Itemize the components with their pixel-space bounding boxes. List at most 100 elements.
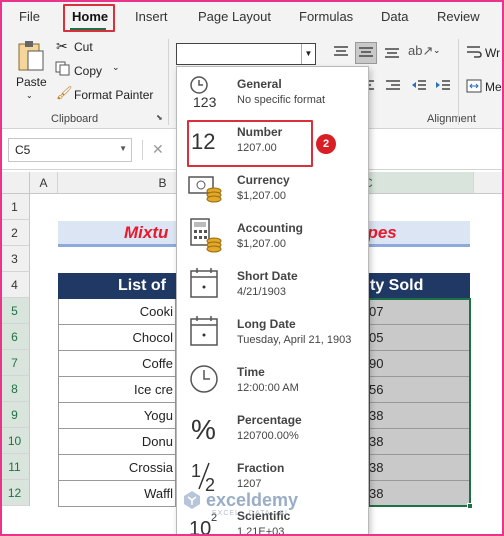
format-sample: 12:00:00 AM	[237, 382, 299, 394]
copy-label[interactable]: Copy	[74, 64, 102, 78]
chevron-down-icon[interactable]: ⌄	[112, 62, 120, 73]
quantity-cell[interactable]: 90	[368, 351, 470, 377]
accounting-icon	[190, 218, 222, 253]
format-option-short-date[interactable]: Short Date 4/21/1903	[177, 259, 368, 307]
item-cell[interactable]: Ice cre	[58, 377, 176, 403]
svg-text:%: %	[191, 414, 216, 445]
tab-data[interactable]: Data	[381, 9, 408, 24]
format-sample: $1,207.00	[237, 238, 286, 250]
item-cell[interactable]: Cooki	[58, 299, 176, 325]
row-header[interactable]: 9	[0, 402, 30, 428]
increase-indent-icon[interactable]	[434, 79, 452, 93]
format-name: General	[237, 77, 282, 91]
chevron-down-icon[interactable]: ▼	[301, 44, 315, 64]
cancel-entry-icon[interactable]: ✕	[152, 141, 164, 158]
format-option-currency[interactable]: Currency $1,207.00	[177, 163, 368, 211]
format-option-time[interactable]: Time 12:00:00 AM	[177, 355, 368, 403]
tab-page-layout[interactable]: Page Layout	[198, 9, 271, 24]
format-name: Long Date	[237, 317, 296, 331]
align-top-icon[interactable]	[332, 45, 350, 59]
quantity-cell[interactable]: 38	[368, 455, 470, 481]
format-option-accounting[interactable]: Accounting $1,207.00	[177, 211, 368, 259]
format-painter-label[interactable]: Format Painter	[74, 88, 153, 102]
row-header[interactable]: 10	[0, 428, 30, 454]
quantity-cell[interactable]: 56	[368, 377, 470, 403]
watermark: exceldemy EXCEL · DATA · BI	[182, 490, 298, 517]
ribbon-separator	[458, 39, 459, 125]
item-cell[interactable]: Crossia	[58, 455, 176, 481]
clipboard-icon	[18, 41, 44, 71]
tab-formulas[interactable]: Formulas	[299, 9, 353, 24]
tab-review[interactable]: Review	[437, 9, 480, 24]
watermark-tagline: EXCEL · DATA · BI	[212, 510, 288, 517]
item-cell[interactable]: Yogu	[58, 403, 176, 429]
chevron-down-icon[interactable]: ⌄	[433, 45, 441, 56]
format-name: Fraction	[237, 461, 285, 475]
format-name: Short Date	[237, 269, 298, 283]
format-option-percentage[interactable]: % Percentage 120700.00%	[177, 403, 368, 451]
wrap-text-icon[interactable]	[466, 45, 482, 59]
row-header[interactable]: 5	[0, 298, 30, 324]
align-bottom-icon[interactable]	[383, 45, 401, 61]
paste-label: Paste	[16, 75, 47, 89]
row-header[interactable]: 4	[0, 272, 30, 298]
tab-file[interactable]: File	[19, 9, 40, 24]
merge-center-label[interactable]: Me	[485, 80, 502, 94]
item-cell[interactable]: Coffe	[58, 351, 176, 377]
wrap-text-label[interactable]: Wr	[485, 46, 500, 60]
name-box[interactable]: C5 ▼	[8, 138, 132, 162]
row-header[interactable]: 2	[0, 220, 30, 246]
cut-label[interactable]: Cut	[74, 40, 93, 54]
currency-icon	[188, 176, 222, 203]
column-header-a[interactable]: A	[30, 172, 58, 194]
item-cell[interactable]: Donu	[58, 429, 176, 455]
scissors-icon: ✂	[56, 38, 68, 54]
item-cell[interactable]: Waffl	[58, 481, 176, 507]
row-header[interactable]: 7	[0, 350, 30, 376]
table-header-right[interactable]: ty Sold	[368, 273, 470, 299]
percent-icon: %	[191, 414, 216, 445]
row-header[interactable]: 11	[0, 454, 30, 480]
tab-insert[interactable]: Insert	[135, 9, 168, 24]
quantity-cell[interactable]: 07	[368, 299, 470, 325]
chevron-down-icon[interactable]: ⌄	[26, 91, 33, 100]
name-box-value: C5	[15, 143, 31, 157]
paste-button[interactable]: Paste ⌄	[10, 37, 52, 101]
row-header[interactable]: 1	[0, 194, 30, 220]
chevron-down-icon[interactable]: ▼	[119, 144, 127, 153]
align-right-icon[interactable]	[384, 79, 402, 93]
decrease-indent-icon[interactable]	[410, 79, 428, 93]
item-cell[interactable]: Chocol	[58, 325, 176, 351]
quantity-cell[interactable]: 38	[368, 481, 470, 507]
format-option-long-date[interactable]: Long Date Tuesday, April 21, 1903	[177, 307, 368, 355]
format-name: Currency	[237, 173, 290, 187]
row-header[interactable]: 8	[0, 376, 30, 402]
dialog-launcher-icon[interactable]: ⬊	[156, 113, 163, 122]
calendar-icon	[190, 316, 218, 346]
home-tab-highlight	[63, 4, 115, 32]
svg-text:10: 10	[189, 518, 211, 536]
step-badge-2: 2	[316, 134, 336, 154]
row-header[interactable]: 12	[0, 480, 30, 506]
row-header[interactable]: 6	[0, 324, 30, 350]
column-header-d[interactable]	[474, 172, 504, 194]
align-middle-button[interactable]	[355, 42, 377, 64]
orientation-icon[interactable]: ab↗	[408, 43, 433, 59]
quantity-cell[interactable]: 38	[368, 429, 470, 455]
ribbon-separator	[168, 39, 169, 125]
fill-handle[interactable]	[467, 503, 473, 509]
format-option-general[interactable]: 123 General No specific format	[177, 67, 368, 115]
align-middle-icon	[359, 47, 373, 57]
format-sample: $1,207.00	[237, 190, 286, 202]
table-header-left[interactable]: List of F	[58, 273, 176, 320]
format-sample: 120700.00%	[237, 430, 299, 442]
row-header[interactable]: 3	[0, 246, 30, 272]
merge-center-icon[interactable]	[466, 79, 482, 93]
format-sample: 1.21E+03	[237, 526, 285, 536]
quantity-cell[interactable]: 38	[368, 403, 470, 429]
quantity-cell[interactable]: 05	[368, 325, 470, 351]
table-header-right-label: ty Sold	[370, 277, 424, 294]
format-painter-icon: 🖌	[56, 85, 73, 100]
number-format-combo[interactable]: ▼	[176, 43, 316, 65]
select-all-corner[interactable]	[0, 172, 30, 194]
